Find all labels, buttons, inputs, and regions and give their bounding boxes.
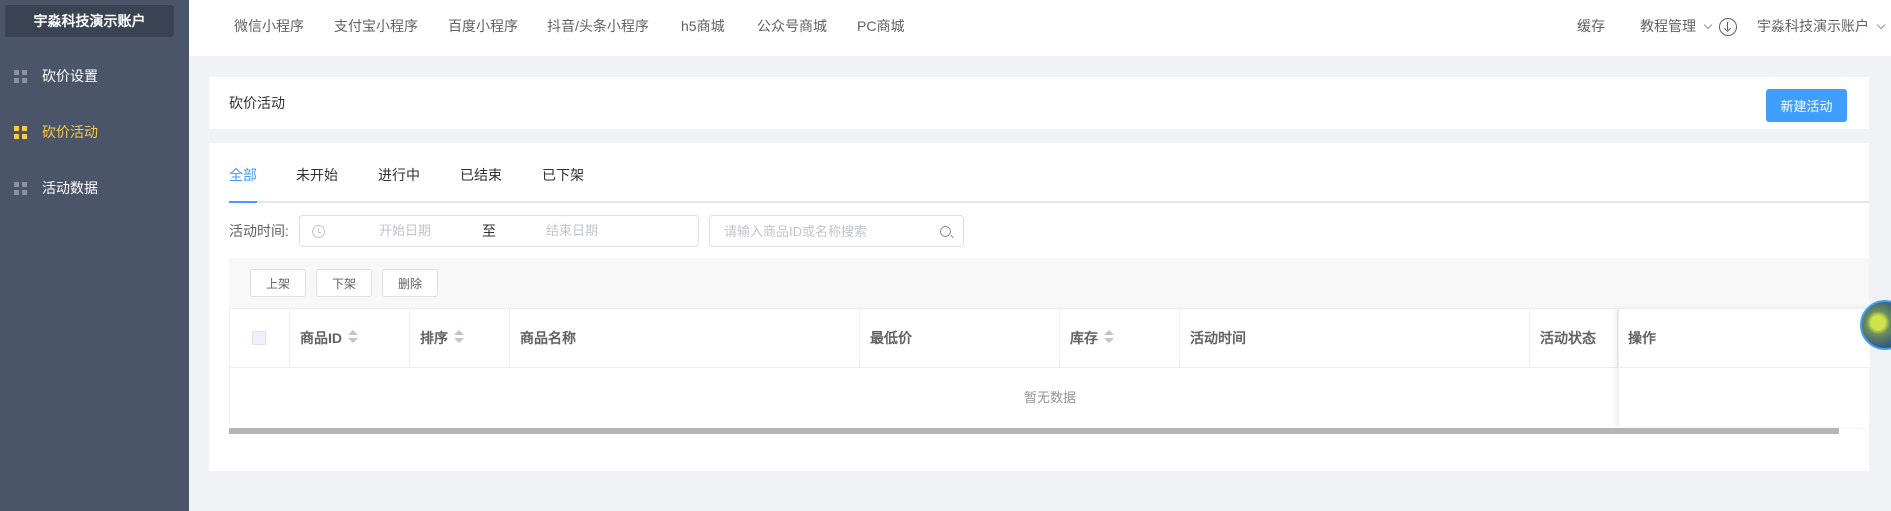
sidebar-item-activity-data[interactable]: 活动数据 bbox=[0, 168, 189, 208]
nav-h5-mall[interactable]: h5商城 bbox=[681, 0, 725, 52]
nav-baidu-miniprogram[interactable]: 百度小程序 bbox=[448, 0, 518, 52]
tutorial-menu[interactable]: 教程管理 bbox=[1640, 0, 1713, 52]
select-all-column bbox=[230, 309, 290, 368]
column-product-name: 商品名称 bbox=[510, 309, 860, 368]
column-label: 库存 bbox=[1070, 330, 1098, 346]
tab-off-shelf[interactable]: 已下架 bbox=[542, 159, 584, 201]
batch-action-bar: 上架 下架 删除 bbox=[229, 258, 1869, 308]
column-activity-status: 活动状态 bbox=[1530, 309, 1618, 368]
sidebar-item-bargain-settings[interactable]: 砍价设置 bbox=[0, 56, 189, 96]
nav-official-account-mall[interactable]: 公众号商城 bbox=[757, 0, 827, 52]
page-header: 砍价活动 新建活动 bbox=[209, 77, 1869, 129]
on-shelf-button[interactable]: 上架 bbox=[250, 269, 306, 297]
tab-not-started[interactable]: 未开始 bbox=[296, 159, 338, 201]
column-product-id[interactable]: 商品ID bbox=[290, 309, 410, 368]
fixed-column-shadow bbox=[1618, 308, 1870, 427]
download-icon[interactable] bbox=[1719, 18, 1737, 36]
activity-table: 商品ID 排序 商品名称 最低价 库存 活动时间 活动状态 操作 暂无数据 bbox=[229, 308, 1870, 427]
page-title: 砍价活动 bbox=[229, 95, 285, 111]
off-shelf-button[interactable]: 下架 bbox=[316, 269, 372, 297]
brand-account-name[interactable]: 宇淼科技演示账户 bbox=[5, 5, 174, 37]
search-input[interactable] bbox=[724, 216, 934, 246]
select-all-checkbox[interactable] bbox=[252, 331, 266, 345]
sort-caret-icon[interactable] bbox=[1104, 330, 1114, 344]
account-menu[interactable]: 宇淼科技演示账户 bbox=[1757, 0, 1886, 52]
tab-ended[interactable]: 已结束 bbox=[460, 159, 502, 201]
nav-alipay-miniprogram[interactable]: 支付宝小程序 bbox=[334, 0, 418, 52]
sidebar-item-bargain-activities[interactable]: 砍价活动 bbox=[0, 112, 189, 152]
grid-icon bbox=[14, 126, 27, 139]
sidebar: 宇淼科技演示账户 砍价设置 砍价活动 活动数据 bbox=[0, 0, 189, 511]
chevron-down-icon bbox=[1703, 20, 1713, 30]
grid-icon bbox=[14, 70, 27, 83]
column-lowest-price: 最低价 bbox=[860, 309, 1060, 368]
clock-icon bbox=[312, 225, 325, 238]
sort-caret-icon[interactable] bbox=[348, 330, 358, 344]
column-label: 最低价 bbox=[870, 330, 912, 346]
account-label: 宇淼科技演示账户 bbox=[1757, 18, 1869, 34]
sort-caret-icon[interactable] bbox=[454, 330, 464, 344]
nav-pc-mall[interactable]: PC商城 bbox=[857, 0, 904, 52]
tab-all[interactable]: 全部 bbox=[229, 159, 257, 203]
column-stock[interactable]: 库存 bbox=[1060, 309, 1180, 368]
end-date-input[interactable] bbox=[507, 216, 637, 246]
column-sort-order[interactable]: 排序 bbox=[410, 309, 510, 368]
search-icon[interactable] bbox=[940, 226, 951, 237]
delete-button[interactable]: 删除 bbox=[382, 269, 438, 297]
date-range-picker[interactable]: 至 bbox=[299, 215, 699, 247]
cache-button[interactable]: 缓存 bbox=[1577, 0, 1605, 52]
sidebar-item-label: 砍价活动 bbox=[42, 124, 98, 140]
tutorial-label: 教程管理 bbox=[1640, 18, 1696, 34]
column-label: 商品名称 bbox=[520, 330, 576, 346]
activity-time-label: 活动时间: bbox=[229, 223, 289, 239]
column-activity-time: 活动时间 bbox=[1180, 309, 1530, 368]
status-tabs: 全部 未开始 进行中 已结束 已下架 bbox=[229, 159, 1869, 203]
chevron-down-icon bbox=[1876, 20, 1886, 30]
column-label: 商品ID bbox=[300, 330, 342, 346]
grid-icon bbox=[14, 182, 27, 195]
search-box bbox=[709, 215, 964, 247]
date-separator: 至 bbox=[482, 223, 496, 239]
nav-douyin-miniprogram[interactable]: 抖音/头条小程序 bbox=[547, 0, 649, 52]
column-label: 排序 bbox=[420, 330, 448, 346]
start-date-input[interactable] bbox=[340, 216, 470, 246]
top-navbar: 微信小程序 支付宝小程序 百度小程序 抖音/头条小程序 h5商城 公众号商城 P… bbox=[189, 0, 1891, 56]
sidebar-item-label: 砍价设置 bbox=[42, 68, 98, 84]
horizontal-scrollbar[interactable] bbox=[229, 428, 1839, 434]
tab-in-progress[interactable]: 进行中 bbox=[378, 159, 420, 201]
activity-list-panel: 全部 未开始 进行中 已结束 已下架 活动时间: 至 上架 下架 删除 商品ID… bbox=[209, 143, 1870, 471]
column-label: 活动时间 bbox=[1190, 330, 1246, 346]
nav-wechat-miniprogram[interactable]: 微信小程序 bbox=[234, 0, 304, 52]
sidebar-item-label: 活动数据 bbox=[42, 180, 98, 196]
column-label: 活动状态 bbox=[1540, 330, 1596, 346]
new-activity-button[interactable]: 新建活动 bbox=[1766, 89, 1847, 122]
